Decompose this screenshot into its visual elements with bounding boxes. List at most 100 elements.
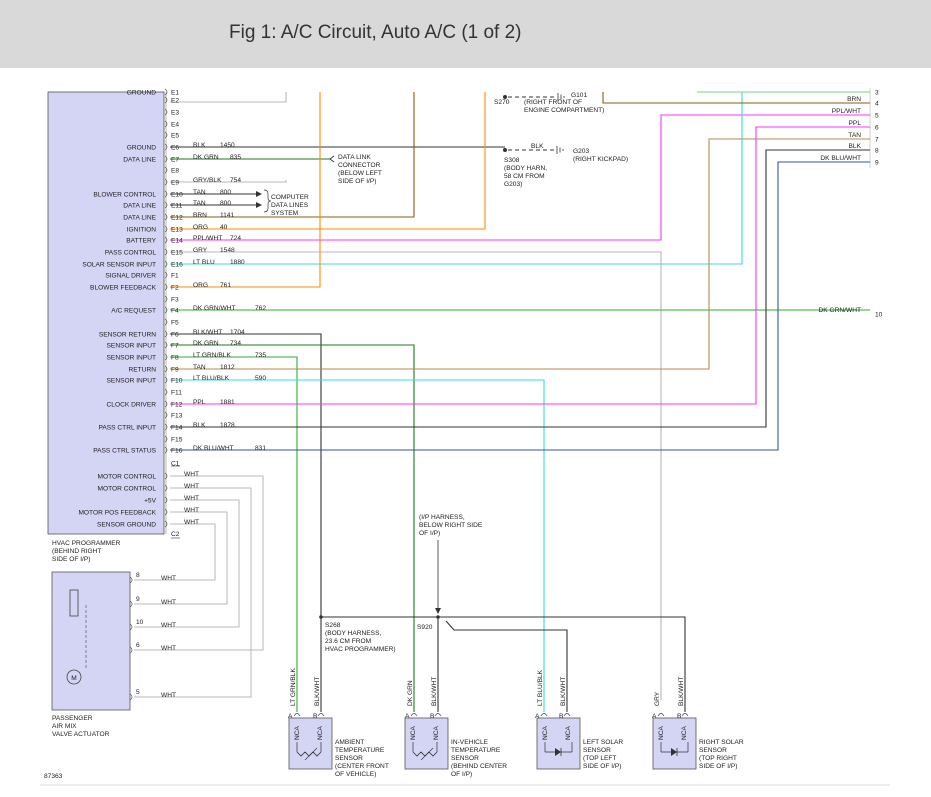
wire-color-label: WHT [184, 471, 199, 478]
pin-id-label: F7 [171, 343, 179, 350]
hvac-programmer-label: (BEHIND RIGHT [52, 548, 101, 555]
nca-label: NCA [317, 725, 324, 740]
motor-letter: M [71, 675, 77, 682]
pin-id-label: F2 [171, 285, 179, 292]
sensor-label-rightsolar: SIDE OF I/P) [699, 763, 737, 770]
pin-function-label: SENSOR INPUT [107, 378, 156, 385]
pin-terminal [317, 713, 325, 717]
wire-color-label: TAN [193, 200, 206, 207]
splice-s268 [319, 615, 323, 619]
pin-function-label: BLOWER FEEDBACK [90, 285, 157, 292]
pin-function-label: PASS CTRL INPUT [98, 425, 156, 432]
dlc-label: CONNECTOR [338, 162, 381, 169]
computer-data-lines-label: COMPUTER [271, 194, 309, 201]
connector-pin-number: 5 [875, 113, 879, 120]
sensor-label-ambient: OF VEHICLE) [335, 771, 376, 778]
pin-function-label: PASS CTRL STATUS [93, 448, 156, 455]
pin-function-label: BATTERY [126, 238, 156, 245]
pin-id-label: E4 [171, 122, 179, 129]
nca-label: NCA [294, 725, 301, 740]
sensor-label-invehicle: IN-VEHICLE [451, 739, 489, 746]
circuit-number-label: 1878 [220, 422, 235, 429]
computer-data-lines-label: DATA LINES [271, 202, 309, 209]
pin-function-label: DATA LINE [123, 157, 156, 164]
sensor-label-rightsolar: SENSOR [699, 747, 727, 754]
wire-color-label: DK BLU/WHT [820, 155, 861, 162]
wire-color-label: GRY/BLK [193, 177, 222, 184]
connector-pin-number: 10 [875, 312, 883, 319]
g101-label: (RIGHT FRONT OF [524, 99, 582, 106]
wire-color-label: GRY [193, 247, 208, 254]
sensor-wire-a-label: LT BLU/BLK [537, 669, 544, 706]
pin-terminal [410, 713, 418, 717]
pin-function-label: +5V [144, 498, 157, 505]
s308-label: 58 CM FROM [504, 173, 545, 180]
pin-terminal [657, 713, 665, 717]
figure-number: 87363 [44, 773, 63, 780]
circuit-number-label: 1548 [220, 247, 235, 254]
wire-color-label: BLK [193, 142, 206, 149]
nca-label: NCA [658, 725, 665, 740]
pin-id-label: F16 [171, 448, 183, 455]
pin-id-label: F13 [171, 413, 183, 420]
s308-label: G203) [504, 181, 522, 188]
pin-function-label: BLOWER CONTROL [93, 192, 156, 199]
actuator-pin-number: 6 [136, 642, 140, 649]
wire-color-label: WHT [161, 645, 176, 652]
pin-id-label: F5 [171, 320, 179, 327]
wire-color-label: BLK [531, 143, 544, 150]
connector-pin-number: 7 [875, 137, 879, 144]
sensor-pin-a: A [652, 713, 657, 720]
pin-id-label: E7 [171, 157, 179, 164]
sensor-label-rightsolar: RIGHT SOLAR [699, 739, 744, 746]
splice-s308 [503, 148, 507, 152]
sensor-box-ambient [288, 717, 333, 770]
dlc-label: (BELOW LEFT [338, 170, 382, 177]
pin-id-label: E12 [171, 215, 183, 222]
g101-label: ENGINE COMPARTMENT) [524, 107, 604, 114]
pin-id-label: E10 [171, 192, 183, 199]
actuator-label: VALVE ACTUATOR [52, 731, 110, 738]
pin-function-label: SENSOR INPUT [107, 355, 156, 362]
circuit-number-label: 40 [220, 224, 228, 231]
pin-function-label: RETURN [129, 367, 157, 374]
pin-id-label: E13 [171, 227, 183, 234]
wire-color-label: BRN [193, 212, 207, 219]
pin-terminal [293, 713, 301, 717]
wire-ltgrn-ambient [170, 356, 298, 712]
pin-id-label: F10 [171, 378, 183, 385]
sensor-label-ambient: (CENTER FRONT [335, 763, 389, 770]
ip-harness-label: (I/P HARNESS, [419, 514, 465, 521]
sensor-box-leftsolar [536, 717, 581, 770]
wire-color-label: DK BLU/WHT [193, 445, 234, 452]
wire-color-label: ORG [193, 224, 208, 231]
wire-color-label: WHT [184, 519, 199, 526]
circuit-number-label: 734 [230, 340, 241, 347]
actuator-pin-number: 5 [136, 689, 140, 696]
g203-label: (RIGHT KICKPAD) [573, 156, 628, 163]
arrow-icon [435, 608, 441, 614]
wire-lt-blu [170, 92, 743, 265]
sensor-pin-b: B [559, 713, 564, 720]
wire-color-label: WHT [184, 483, 199, 490]
sensor-label-leftsolar: SENSOR [583, 747, 611, 754]
actuator-pin-number: 9 [136, 596, 140, 603]
wire-color-label: TAN [848, 132, 861, 139]
pin-id-label: E3 [171, 110, 179, 117]
pin-function-label: SENSOR INPUT [107, 343, 156, 350]
circuit-number-label: 1704 [230, 329, 245, 336]
pin-id-label: C1 [171, 461, 180, 468]
circuit-number-label: 735 [255, 352, 266, 359]
dlc-label: DATA LINK [338, 154, 371, 161]
pin-id-label: E2 [171, 98, 179, 105]
wire-color-label: WHT [161, 622, 176, 629]
s268-label: HVAC PROGRAMMER) [325, 646, 396, 653]
sensor-wire-b-label: BLK/WHT [678, 677, 685, 706]
sensor-label-leftsolar: (TOP LEFT [583, 755, 616, 762]
circuit-number-label: 800 [220, 200, 231, 207]
pin-id-label: E1 [171, 90, 179, 97]
pin-function-label: SENSOR GROUND [97, 522, 156, 529]
pin-function-label: MOTOR POS FEEDBACK [78, 510, 156, 517]
circuit-number-label: 831 [255, 445, 266, 452]
circuit-number-label: 724 [230, 235, 241, 242]
